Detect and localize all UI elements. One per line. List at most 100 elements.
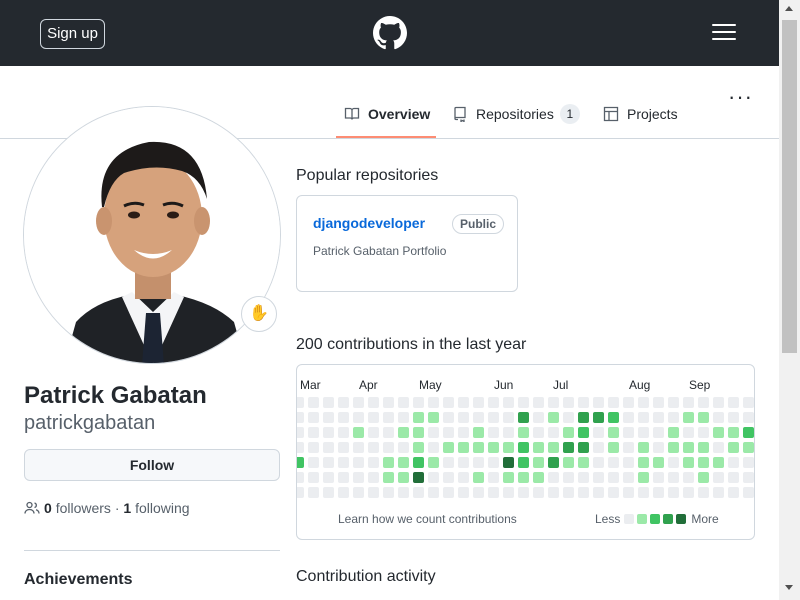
contribution-day-cell[interactable] bbox=[743, 442, 754, 453]
contribution-day-cell[interactable] bbox=[308, 442, 319, 453]
contribution-day-cell[interactable] bbox=[323, 472, 334, 483]
contribution-day-cell[interactable] bbox=[698, 457, 709, 468]
follow-button[interactable]: Follow bbox=[24, 449, 280, 481]
contribution-day-cell[interactable] bbox=[743, 427, 754, 438]
contribution-day-cell[interactable] bbox=[623, 427, 634, 438]
tab-overview[interactable]: Overview bbox=[336, 100, 436, 138]
contribution-day-cell[interactable] bbox=[503, 487, 514, 498]
contribution-day-cell[interactable] bbox=[608, 457, 619, 468]
contribution-day-cell[interactable] bbox=[488, 457, 499, 468]
contribution-day-cell[interactable] bbox=[668, 442, 679, 453]
contribution-day-cell[interactable] bbox=[353, 472, 364, 483]
contribution-day-cell[interactable] bbox=[578, 397, 589, 408]
tab-projects[interactable]: Projects bbox=[603, 100, 678, 138]
contribution-day-cell[interactable] bbox=[398, 472, 409, 483]
contribution-day-cell[interactable] bbox=[443, 457, 454, 468]
contribution-day-cell[interactable] bbox=[458, 427, 469, 438]
contribution-day-cell[interactable] bbox=[608, 442, 619, 453]
contribution-day-cell[interactable] bbox=[623, 412, 634, 423]
contribution-day-cell[interactable] bbox=[698, 472, 709, 483]
contribution-day-cell[interactable] bbox=[653, 412, 664, 423]
contribution-day-cell[interactable] bbox=[668, 427, 679, 438]
contribution-day-cell[interactable] bbox=[638, 487, 649, 498]
contribution-day-cell[interactable] bbox=[383, 427, 394, 438]
tab-repositories[interactable]: Repositories 1 bbox=[452, 100, 580, 138]
contribution-day-cell[interactable] bbox=[323, 427, 334, 438]
contribution-day-cell[interactable] bbox=[563, 397, 574, 408]
contribution-day-cell[interactable] bbox=[297, 397, 304, 408]
contribution-day-cell[interactable] bbox=[578, 487, 589, 498]
contribution-day-cell[interactable] bbox=[368, 472, 379, 483]
contribution-day-cell[interactable] bbox=[368, 457, 379, 468]
contribution-day-cell[interactable] bbox=[623, 472, 634, 483]
contribution-day-cell[interactable] bbox=[383, 442, 394, 453]
contribution-day-cell[interactable] bbox=[368, 487, 379, 498]
contribution-day-cell[interactable] bbox=[323, 457, 334, 468]
contribution-day-cell[interactable] bbox=[563, 472, 574, 483]
contribution-day-cell[interactable] bbox=[593, 397, 604, 408]
contribution-day-cell[interactable] bbox=[413, 397, 424, 408]
contribution-day-cell[interactable] bbox=[593, 442, 604, 453]
contribution-day-cell[interactable] bbox=[563, 487, 574, 498]
contribution-day-cell[interactable] bbox=[638, 472, 649, 483]
contribution-day-cell[interactable] bbox=[728, 397, 739, 408]
contribution-day-cell[interactable] bbox=[593, 412, 604, 423]
contribution-day-cell[interactable] bbox=[308, 427, 319, 438]
contribution-day-cell[interactable] bbox=[368, 397, 379, 408]
contribution-day-cell[interactable] bbox=[383, 397, 394, 408]
contribution-day-cell[interactable] bbox=[413, 427, 424, 438]
contribution-day-cell[interactable] bbox=[503, 397, 514, 408]
contribution-day-cell[interactable] bbox=[518, 442, 529, 453]
contribution-day-cell[interactable] bbox=[608, 412, 619, 423]
contribution-day-cell[interactable] bbox=[578, 442, 589, 453]
contribution-day-cell[interactable] bbox=[338, 457, 349, 468]
contribution-day-cell[interactable] bbox=[728, 487, 739, 498]
contribution-day-cell[interactable] bbox=[398, 412, 409, 423]
contribution-day-cell[interactable] bbox=[428, 427, 439, 438]
scrollbar-thumb[interactable] bbox=[782, 20, 797, 353]
contribution-day-cell[interactable] bbox=[297, 412, 304, 423]
contribution-day-cell[interactable] bbox=[548, 472, 559, 483]
contribution-day-cell[interactable] bbox=[668, 457, 679, 468]
contribution-day-cell[interactable] bbox=[533, 412, 544, 423]
contribution-day-cell[interactable] bbox=[548, 412, 559, 423]
contribution-day-cell[interactable] bbox=[608, 427, 619, 438]
contribution-day-cell[interactable] bbox=[308, 487, 319, 498]
contribution-day-cell[interactable] bbox=[518, 427, 529, 438]
contribution-day-cell[interactable] bbox=[368, 412, 379, 423]
contribution-day-cell[interactable] bbox=[503, 457, 514, 468]
contribution-day-cell[interactable] bbox=[548, 397, 559, 408]
contribution-day-cell[interactable] bbox=[353, 397, 364, 408]
contribution-day-cell[interactable] bbox=[413, 457, 424, 468]
contribution-day-cell[interactable] bbox=[638, 457, 649, 468]
sign-up-button[interactable]: Sign up bbox=[40, 19, 105, 49]
contribution-day-cell[interactable] bbox=[668, 412, 679, 423]
contribution-day-cell[interactable] bbox=[398, 442, 409, 453]
contribution-day-cell[interactable] bbox=[593, 472, 604, 483]
contribution-day-cell[interactable] bbox=[308, 412, 319, 423]
contribution-day-cell[interactable] bbox=[533, 442, 544, 453]
contribution-day-cell[interactable] bbox=[297, 457, 304, 468]
contribution-day-cell[interactable] bbox=[338, 472, 349, 483]
contribution-day-cell[interactable] bbox=[743, 472, 754, 483]
contribution-day-cell[interactable] bbox=[578, 427, 589, 438]
contribution-day-cell[interactable] bbox=[458, 412, 469, 423]
contribution-day-cell[interactable] bbox=[668, 487, 679, 498]
contribution-day-cell[interactable] bbox=[458, 472, 469, 483]
contribution-day-cell[interactable] bbox=[398, 397, 409, 408]
followers-link[interactable]: followers bbox=[56, 498, 111, 518]
contribution-day-cell[interactable] bbox=[608, 472, 619, 483]
contribution-day-cell[interactable] bbox=[518, 472, 529, 483]
contribution-day-cell[interactable] bbox=[443, 442, 454, 453]
contribution-day-cell[interactable] bbox=[428, 457, 439, 468]
contribution-day-cell[interactable] bbox=[488, 472, 499, 483]
contribution-day-cell[interactable] bbox=[428, 442, 439, 453]
contribution-day-cell[interactable] bbox=[683, 427, 694, 438]
contribution-day-cell[interactable] bbox=[323, 487, 334, 498]
contribution-day-cell[interactable] bbox=[443, 412, 454, 423]
contribution-day-cell[interactable] bbox=[428, 412, 439, 423]
contribution-day-cell[interactable] bbox=[623, 397, 634, 408]
contribution-day-cell[interactable] bbox=[728, 442, 739, 453]
contribution-day-cell[interactable] bbox=[728, 457, 739, 468]
learn-contributions-link[interactable]: Learn how we count contributions bbox=[338, 512, 517, 526]
